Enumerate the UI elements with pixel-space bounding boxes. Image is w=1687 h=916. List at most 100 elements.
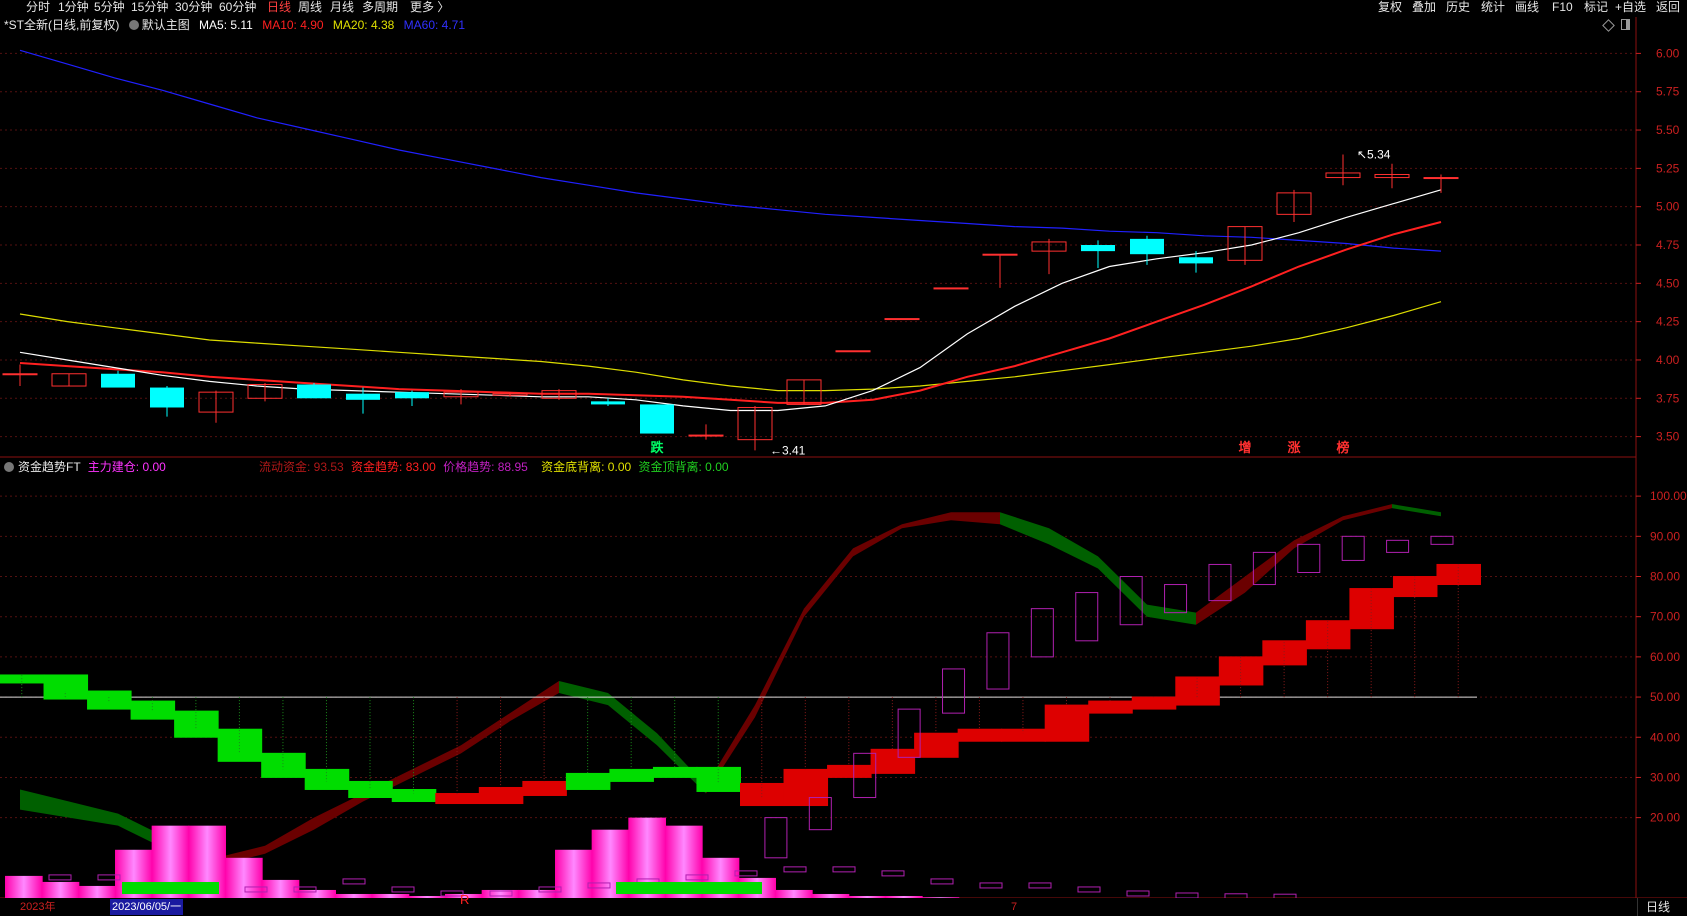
trend-ribbon-segment (1098, 556, 1147, 617)
capital-step-bar (957, 728, 1003, 742)
indicator-tick-label: 80.00 (1650, 570, 1680, 584)
capital-step-bar (261, 752, 306, 778)
trend-ribbon-segment (804, 548, 853, 617)
capital-step-bar (740, 782, 785, 807)
trend-ribbon-segment (755, 608, 804, 718)
trend-ribbon-segment (559, 680, 608, 706)
marker-7: 7 (1011, 901, 1018, 913)
candle-body-down (1130, 238, 1164, 255)
trend-ribbon-segment (1294, 516, 1343, 549)
capital-step-bar (87, 690, 132, 710)
status-bar: 2023年 2023/06/05/一 R 7 (0, 892, 1687, 916)
candle-body-up (1423, 177, 1459, 180)
capital-step-bar (217, 728, 263, 762)
signal-label: 涨 (1286, 440, 1300, 455)
trend-ribbon-segment (69, 801, 118, 826)
y-tick-label: 5.50 (1656, 123, 1680, 137)
capital-step-bar (652, 766, 698, 778)
candle-body-up (2, 373, 38, 376)
capital-step-bar (522, 780, 567, 796)
capital-step-bar (478, 786, 524, 805)
price-trend-box (986, 632, 1010, 690)
indicator-tick-label: 100.00 (1650, 489, 1687, 503)
flow-histogram-bar (5, 875, 43, 898)
trend-ribbon-segment (902, 512, 951, 529)
capital-step-bar (1088, 700, 1133, 714)
low-annotation: ←3.41 (770, 443, 806, 457)
flow-marker-box (832, 866, 856, 873)
candle-body-down (297, 384, 331, 399)
capital-step-bar (1044, 704, 1090, 742)
candle-body-down (640, 404, 674, 434)
flow-marker-box (979, 882, 1003, 889)
y-tick-label: 3.75 (1656, 391, 1680, 405)
price-trend-box (942, 668, 966, 714)
trend-ribbon-segment (1000, 512, 1049, 545)
capital-step-bar (435, 793, 480, 805)
flow-marker-box (930, 878, 954, 885)
high-annotation: ↖5.34 (1357, 148, 1391, 162)
price-trend-box (1030, 608, 1054, 658)
candle-body-down (346, 393, 380, 400)
indicator-tick-label: 30.00 (1650, 770, 1680, 784)
flow-histogram-bar (775, 889, 813, 898)
trend-ribbon-segment (412, 745, 461, 778)
y-tick-label: 4.75 (1656, 238, 1680, 252)
price-trend-box (1341, 535, 1365, 561)
candle-body-down (1179, 257, 1213, 264)
flow-marker-box (342, 878, 366, 885)
price-trend-box (1386, 539, 1410, 553)
ma20-line (19, 301, 1442, 392)
trend-ribbon-segment (1343, 504, 1392, 521)
y-tick-label: 5.75 (1656, 85, 1680, 99)
candle-body-up (835, 350, 871, 353)
trend-ribbon-segment (853, 524, 902, 557)
y-tick-label: 5.00 (1656, 200, 1680, 214)
trend-ribbon-segment (314, 793, 363, 830)
y-tick-label: 4.25 (1656, 315, 1680, 329)
flow-marker-box (48, 874, 72, 881)
capital-step-bar (914, 732, 959, 758)
price-trend-box (1297, 543, 1321, 573)
indicator-tick-label: 20.00 (1650, 811, 1680, 825)
flow-marker-box (1126, 890, 1150, 897)
indicator-tick-label: 70.00 (1650, 610, 1680, 624)
candle-body-up (688, 434, 724, 437)
indicator-tick-label: 60.00 (1650, 650, 1680, 664)
ma60-line (19, 49, 1442, 252)
flow-marker-box (1028, 882, 1052, 889)
candle-body-down (101, 373, 135, 388)
price-trend-box (764, 817, 788, 859)
trend-ribbon-segment (1147, 604, 1196, 625)
indicator-tick-label: 40.00 (1650, 730, 1680, 744)
capital-step-bar (870, 748, 916, 774)
bottom-green-bar (122, 882, 219, 894)
capital-step-bar (696, 766, 741, 792)
flow-marker-box (1077, 886, 1101, 893)
y-tick-label: 3.50 (1656, 430, 1680, 444)
candle-body-up (982, 253, 1018, 256)
capital-step-bar (304, 768, 350, 790)
y-tick-label: 4.50 (1656, 276, 1680, 290)
capital-step-bar (1262, 640, 1307, 666)
candle-body-down (1081, 245, 1115, 252)
y-tick-label: 4.00 (1656, 353, 1680, 367)
kline-chart[interactable]: 3.50 3.75 4.00 4.25 4.50 4.75 5.00 5.25 5.50 5.75… (0, 0, 1687, 916)
trend-ribbon-segment (265, 817, 314, 854)
capital-step-bar (783, 768, 829, 807)
capital-step-bar (1131, 696, 1177, 710)
flow-histogram-bar (78, 885, 116, 898)
trend-ribbon-segment (951, 512, 1000, 525)
indicator-tick-label: 50.00 (1650, 690, 1680, 704)
y-tick-label: 5.25 (1656, 161, 1680, 175)
bottom-green-bar (616, 882, 762, 894)
trend-ribbon-segment (1049, 528, 1098, 569)
trend-ribbon-segment (510, 680, 559, 722)
year-label: 2023年 (20, 901, 56, 913)
signal-label: 增 (1238, 440, 1251, 455)
candle-body-down (150, 387, 184, 408)
candle-body-up (933, 287, 969, 290)
period-status-tab[interactable]: 日线 (1637, 898, 1687, 916)
flow-histogram-bar (518, 889, 556, 898)
capital-step-bar (609, 768, 654, 782)
